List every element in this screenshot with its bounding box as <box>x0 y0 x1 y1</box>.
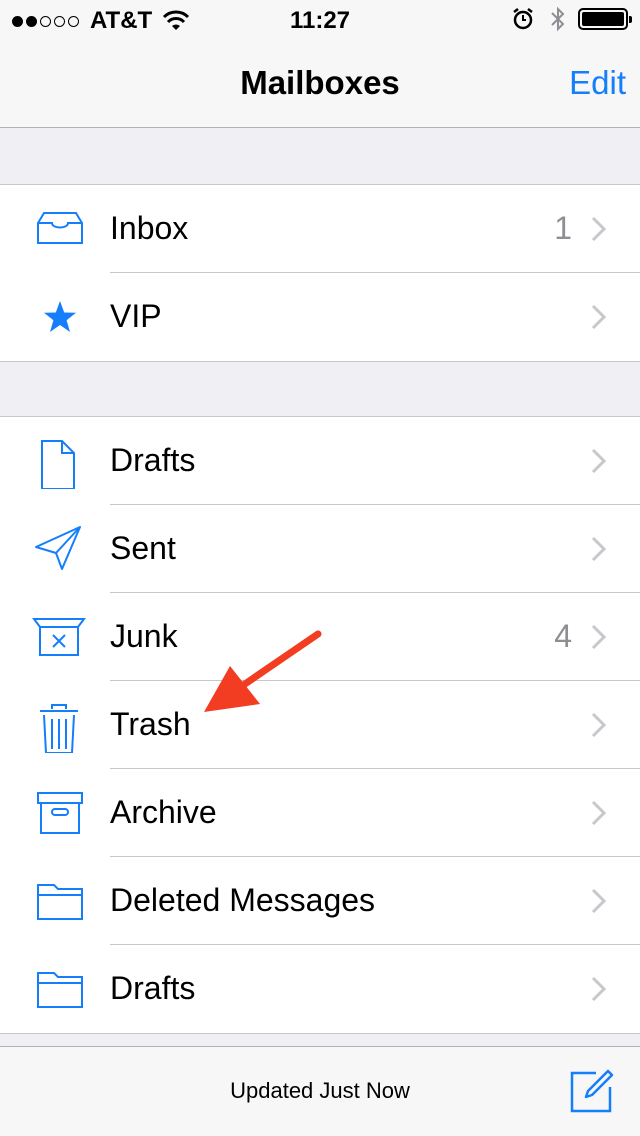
unread-count: 1 <box>554 210 572 246</box>
compose-icon[interactable] <box>568 1067 616 1115</box>
chevron-right-icon <box>591 624 607 650</box>
folder-icon <box>37 972 83 1008</box>
mailbox-row-drafts-folder[interactable]: Drafts <box>0 945 640 1033</box>
unread-count: 4 <box>554 618 572 654</box>
mailbox-label: Drafts <box>110 442 196 478</box>
mailbox-label: Drafts <box>110 970 196 1006</box>
page-title: Mailboxes <box>240 64 400 101</box>
archive-box-icon <box>37 792 83 834</box>
chevron-right-icon <box>591 888 607 914</box>
mailbox-label: Junk <box>110 618 178 654</box>
mailbox-row-archive[interactable]: Archive <box>0 769 640 857</box>
chevron-right-icon <box>591 712 607 738</box>
update-status: Updated Just Now <box>230 1078 410 1103</box>
chevron-right-icon <box>591 304 607 330</box>
battery-icon <box>578 8 632 30</box>
folder-icon <box>37 884 83 920</box>
chevron-right-icon <box>591 536 607 562</box>
chevron-right-icon <box>591 216 607 242</box>
mailbox-label: Inbox <box>110 210 189 246</box>
status-right <box>512 6 632 32</box>
inbox-icon <box>37 212 83 244</box>
status-bar: AT&T 11:27 <box>0 0 640 40</box>
mailbox-row-vip[interactable]: VIP <box>0 273 640 361</box>
bluetooth-icon <box>551 6 565 32</box>
bottom-toolbar: Updated Just Now <box>0 1046 640 1136</box>
mailbox-label: Deleted Messages <box>110 882 376 918</box>
alarm-clock-icon <box>513 8 533 30</box>
junk-bin-icon <box>32 618 86 656</box>
chevron-right-icon <box>591 976 607 1002</box>
mailbox-row-deleted-messages[interactable]: Deleted Messages <box>0 857 640 945</box>
mailbox-label: Sent <box>110 530 176 566</box>
mailbox-label: Archive <box>110 794 217 830</box>
mailbox-row-drafts[interactable]: Drafts <box>0 417 640 505</box>
chevron-right-icon <box>591 448 607 474</box>
edit-button[interactable]: Edit <box>569 64 626 102</box>
mailbox-row-sent[interactable]: Sent <box>0 505 640 593</box>
document-icon <box>41 440 75 489</box>
paper-plane-icon <box>35 526 81 570</box>
mailbox-row-inbox[interactable]: Inbox 1 <box>0 185 640 273</box>
star-icon <box>44 301 76 332</box>
chevron-right-icon <box>591 800 607 826</box>
annotation-arrow-icon <box>204 630 322 712</box>
mailbox-section-primary: Inbox 1 VIP <box>0 184 640 362</box>
navigation-bar: Mailboxes Edit <box>0 40 640 128</box>
mailbox-label: VIP <box>110 298 162 334</box>
mailbox-label: Trash <box>110 706 191 742</box>
trash-icon <box>40 704 78 753</box>
